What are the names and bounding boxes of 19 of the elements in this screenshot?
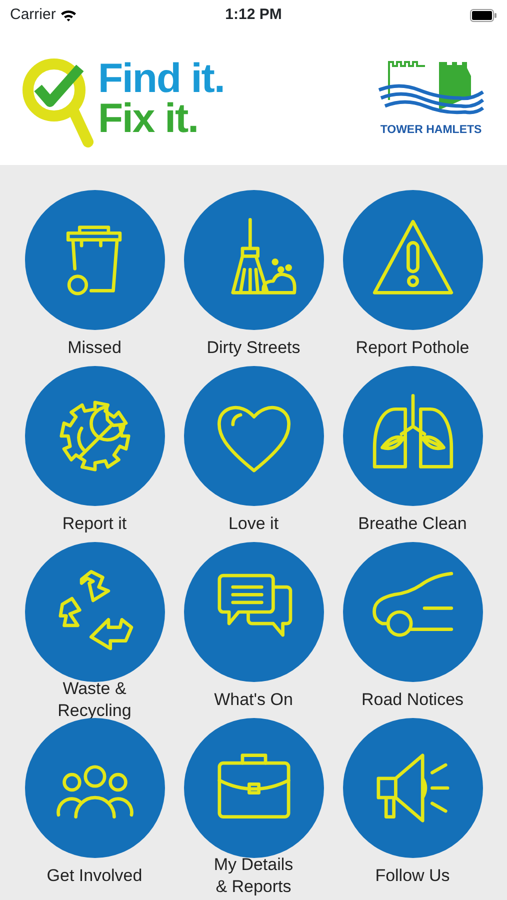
menu-label: Breathe Clean (358, 513, 467, 535)
battery-icon (470, 8, 497, 22)
menu-label: Love it (228, 513, 279, 535)
menu-label: Report it (62, 513, 127, 535)
menu-label: Get Involved (46, 865, 142, 887)
menu-label: Waste & Recycling (58, 682, 132, 718)
menu-label: Dirty Streets (206, 337, 300, 359)
menu-label: Road Notices (361, 689, 464, 711)
council-name: TOWER HAMLETS (380, 122, 482, 138)
menu-label: Report Pothole (356, 337, 470, 359)
menu-label: Missed (68, 337, 122, 359)
menu-label: What's On (214, 689, 293, 711)
menu-label: Follow Us (375, 865, 450, 887)
logo-text: Fix it. (98, 98, 200, 138)
carrier-name: Carrier (10, 4, 56, 25)
clock-time: 1:12 PM (225, 4, 282, 25)
menu-label: My Details & Reports (214, 858, 294, 894)
wifi-icon (60, 8, 77, 22)
logo-text: Find it. (98, 58, 224, 98)
